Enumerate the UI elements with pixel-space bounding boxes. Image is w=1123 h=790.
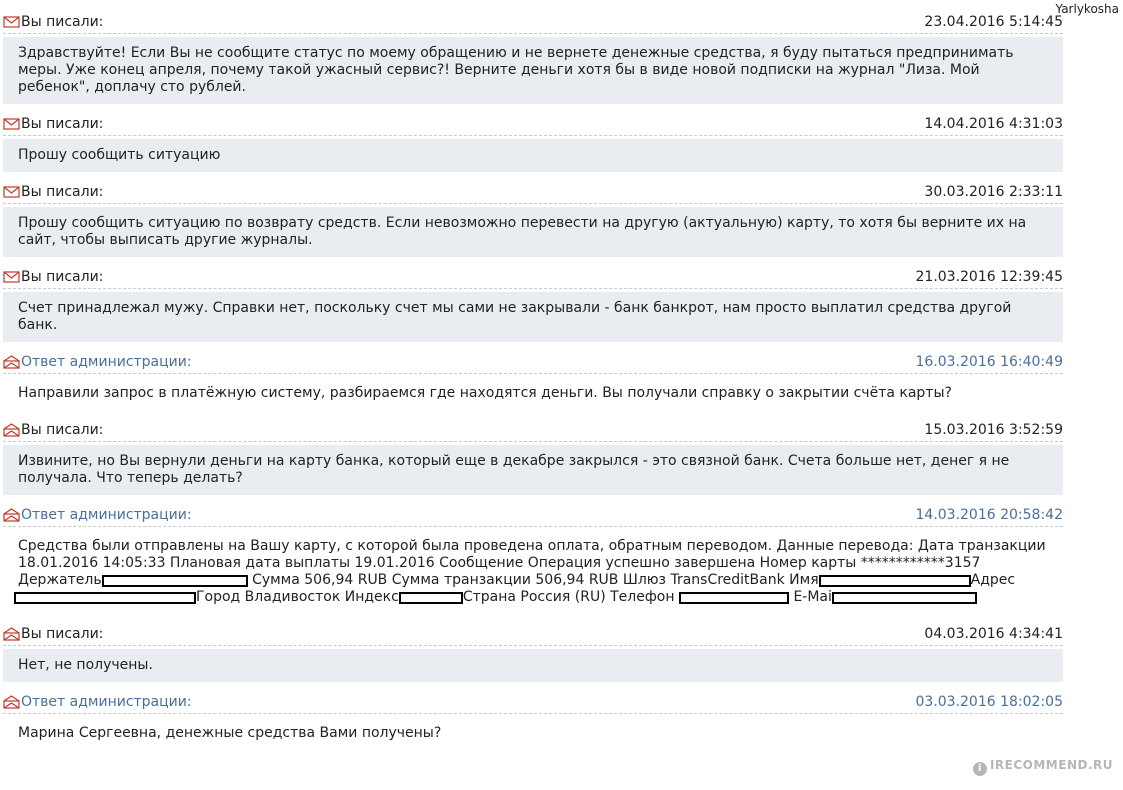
message-date: 16.03.2016 16:40:49 xyxy=(915,354,1064,370)
message-date: 14.03.2016 20:58:42 xyxy=(915,507,1064,523)
message-author: Ответ администрации: xyxy=(21,507,192,523)
message-header: Вы писали: 23.04.2016 5:14:45 xyxy=(3,11,1063,34)
email-label: E-Mai xyxy=(793,589,832,605)
message-header: Ответ администрации: 14.03.2016 20:58:42 xyxy=(3,504,1063,527)
message-text: Счет принадлежал мужу. Справки нет, поск… xyxy=(18,300,1012,333)
redacted-holder xyxy=(101,575,248,587)
redacted-email xyxy=(831,592,977,604)
message-text: Нет, не получены. xyxy=(18,657,153,673)
message-author: Вы писали: xyxy=(21,269,104,285)
site-watermark: i IRECOMMEND.RU xyxy=(972,758,1113,776)
irecommend-logo-icon: i xyxy=(972,762,987,776)
message-body: Прошу сообщить ситуацию xyxy=(3,139,1063,172)
message-text: Прошу сообщить ситуацию xyxy=(18,147,221,163)
message-body: Прошу сообщить ситуацию по возврату сред… xyxy=(3,207,1063,257)
message-header: Ответ администрации: 03.03.2016 18:02:05 xyxy=(3,691,1063,714)
message-header: Вы писали: 14.04.2016 4:31:03 xyxy=(3,113,1063,136)
admin-message: Ответ администрации: 16.03.2016 16:40:49 Н… xyxy=(3,351,1063,410)
redacted-name xyxy=(818,575,971,587)
message-author: Ответ администрации: xyxy=(21,694,192,710)
envelope-icon xyxy=(3,185,20,199)
address-label: Адрес xyxy=(970,572,1016,588)
envelope-icon xyxy=(3,15,20,29)
transfer-details: Средства были отправлены на Вашу карту, … xyxy=(18,538,1046,571)
message-date: 23.04.2016 5:14:45 xyxy=(924,14,1063,30)
author-watermark: Yarlykosha xyxy=(1055,2,1119,16)
message-body: Средства были отправлены на Вашу карту, … xyxy=(3,530,1063,614)
message-header: Вы писали: 30.03.2016 2:33:11 xyxy=(3,181,1063,204)
envelope-icon xyxy=(3,117,20,131)
message-author: Вы писали: xyxy=(21,116,104,132)
redacted-index xyxy=(398,592,463,604)
message-body: Направили запрос в платёжную систему, ра… xyxy=(3,377,1063,410)
message-date: 30.03.2016 2:33:11 xyxy=(924,184,1063,200)
user-message: Вы писали: 23.04.2016 5:14:45 Здравствуйте… xyxy=(3,11,1063,104)
holder-label: Держатель xyxy=(18,572,102,588)
message-text: Здравствуйте! Если Вы не сообщите статус… xyxy=(18,45,1014,95)
user-message: Вы писали: 21.03.2016 12:39:45 Счет принад… xyxy=(3,266,1063,342)
message-author: Ответ администрации: xyxy=(21,354,192,370)
message-author: Вы писали: xyxy=(21,422,104,438)
message-text: Марина Сергеевна, денежные средства Вами… xyxy=(18,725,442,741)
message-date: 15.03.2016 3:52:59 xyxy=(924,422,1063,438)
message-header: Вы писали: 04.03.2016 4:34:41 xyxy=(3,623,1063,646)
open-envelope-icon xyxy=(3,423,20,437)
site-watermark-text: IRECOMMEND.RU xyxy=(989,758,1113,772)
user-message: Вы писали: 15.03.2016 3:52:59 Извините, но… xyxy=(3,419,1063,495)
transfer-sum: Сумма 506,94 RUB Сумма транзакции 506,94… xyxy=(252,572,819,588)
message-text: Направили запрос в платёжную систему, ра… xyxy=(18,385,952,401)
message-author: Вы писали: xyxy=(21,184,104,200)
user-message: Вы писали: 04.03.2016 4:34:41 Нет, не полу… xyxy=(3,623,1063,682)
message-body: Счет принадлежал мужу. Справки нет, поск… xyxy=(3,292,1063,342)
message-date: 21.03.2016 12:39:45 xyxy=(915,269,1064,285)
admin-message: Ответ администрации: 03.03.2016 18:02:05 М… xyxy=(3,691,1063,750)
open-envelope-icon xyxy=(3,355,20,369)
transfer-city: Город Владивосток Индекс xyxy=(196,589,399,605)
transfer-country: Страна Россия (RU) Телефон xyxy=(462,589,675,605)
message-date: 04.03.2016 4:34:41 xyxy=(924,626,1063,642)
message-body: Марина Сергеевна, денежные средства Вами… xyxy=(3,717,1063,750)
open-envelope-icon xyxy=(3,508,20,522)
user-message: Вы писали: 30.03.2016 2:33:11 Прошу сообщи… xyxy=(3,181,1063,257)
message-header: Вы писали: 21.03.2016 12:39:45 xyxy=(3,266,1063,289)
message-body: Нет, не получены. xyxy=(3,649,1063,682)
message-text: Извините, но Вы вернули деньги на карту … xyxy=(18,453,1010,486)
message-header: Ответ администрации: 16.03.2016 16:40:49 xyxy=(3,351,1063,374)
message-text: Прошу сообщить ситуацию по возврату сред… xyxy=(18,215,1027,248)
message-thread: Вы писали: 23.04.2016 5:14:45 Здравствуйте… xyxy=(3,0,1063,750)
message-header: Вы писали: 15.03.2016 3:52:59 xyxy=(3,419,1063,442)
message-date: 03.03.2016 18:02:05 xyxy=(915,694,1064,710)
message-body: Извините, но Вы вернули деньги на карту … xyxy=(3,445,1063,495)
message-author: Вы писали: xyxy=(21,626,104,642)
message-author: Вы писали: xyxy=(21,14,104,30)
user-message: Вы писали: 14.04.2016 4:31:03 Прошу сообщи… xyxy=(3,113,1063,172)
redacted-address xyxy=(14,592,196,604)
open-envelope-icon xyxy=(3,695,20,709)
envelope-icon xyxy=(3,270,20,284)
message-body: Здравствуйте! Если Вы не сообщите статус… xyxy=(3,37,1063,104)
admin-message: Ответ администрации: 14.03.2016 20:58:42 С… xyxy=(3,504,1063,614)
message-date: 14.04.2016 4:31:03 xyxy=(924,116,1063,132)
open-envelope-icon xyxy=(3,627,20,641)
redacted-phone xyxy=(678,592,789,604)
